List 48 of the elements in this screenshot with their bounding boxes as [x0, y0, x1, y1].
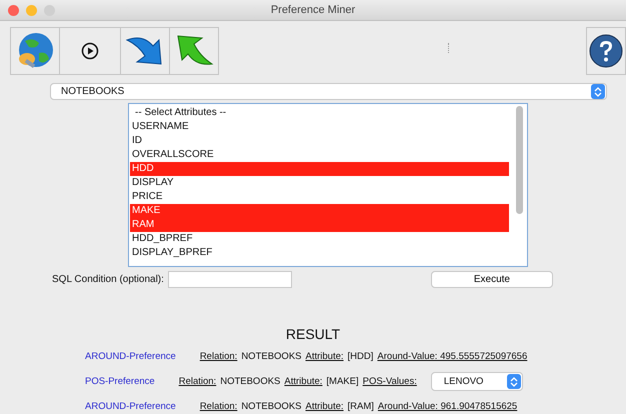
- list-item[interactable]: USERNAME: [130, 120, 509, 134]
- import-button[interactable]: [120, 27, 170, 75]
- list-item[interactable]: DISPLAY: [130, 176, 509, 190]
- relation-value: NOTEBOOKS: [241, 351, 302, 362]
- relation-label: Relation:: [200, 351, 238, 362]
- list-item[interactable]: HDD_BPREF: [130, 232, 509, 246]
- pos-values-label: POS-Values:: [362, 376, 417, 387]
- close-icon[interactable]: [8, 4, 19, 16]
- result-title: RESULT: [286, 326, 340, 342]
- export-button[interactable]: [169, 27, 219, 75]
- around-value: Around-Value: 961.90478515625: [378, 401, 518, 412]
- list-item[interactable]: MAKE: [130, 204, 509, 218]
- attribute-value: [MAKE]: [326, 376, 359, 387]
- list-item[interactable]: DISPLAY_BPREF: [130, 246, 509, 260]
- dropdown-arrow-icon: [591, 84, 605, 99]
- preference-label: AROUND-Preference: [85, 351, 176, 362]
- help-icon: [589, 34, 623, 68]
- globe-button[interactable]: [10, 27, 60, 75]
- attribute-value: [RAM]: [348, 401, 374, 412]
- preference-label: AROUND-Preference: [85, 401, 176, 412]
- play-button[interactable]: [59, 27, 121, 75]
- zoom-icon[interactable]: [44, 4, 55, 16]
- play-icon: [81, 42, 99, 60]
- attribute-label: Attribute:: [306, 351, 344, 362]
- attribute-value: [HDD]: [348, 351, 374, 362]
- minimize-icon[interactable]: [26, 4, 37, 16]
- list-item[interactable]: PRICE: [130, 190, 509, 204]
- list-item[interactable]: -- Select Attributes --: [130, 106, 509, 120]
- preference-label: POS-Preference: [85, 376, 155, 387]
- execute-button[interactable]: Execute: [430, 271, 553, 288]
- pos-values-dropdown[interactable]: LENOVO: [430, 372, 523, 391]
- window-title: Preference Miner: [270, 4, 356, 16]
- help-button[interactable]: [586, 27, 626, 75]
- attribute-label: Attribute:: [306, 401, 344, 412]
- relation-value: NOTEBOOKS: [220, 376, 280, 387]
- around-value: Around-Value: 495.5555725097656: [377, 351, 528, 362]
- list-item[interactable]: OVERALLSCORE: [130, 148, 509, 162]
- field-label: SQL Condition (optional):: [52, 274, 164, 285]
- scrollbar-thumb[interactable]: [516, 106, 522, 214]
- sql-condition-field[interactable]: [168, 271, 292, 288]
- relation-label: Relation:: [200, 401, 238, 412]
- relation-value: NOTEBOOKS: [241, 401, 302, 412]
- attribute-label: Attribute:: [284, 376, 322, 387]
- list-item[interactable]: ID: [130, 134, 509, 148]
- relation-dropdown[interactable]: NOTEBOOKS: [50, 83, 607, 100]
- list-item[interactable]: HDD: [130, 162, 509, 176]
- list-item[interactable]: RAM: [130, 218, 509, 232]
- relation-label: Relation:: [178, 376, 216, 387]
